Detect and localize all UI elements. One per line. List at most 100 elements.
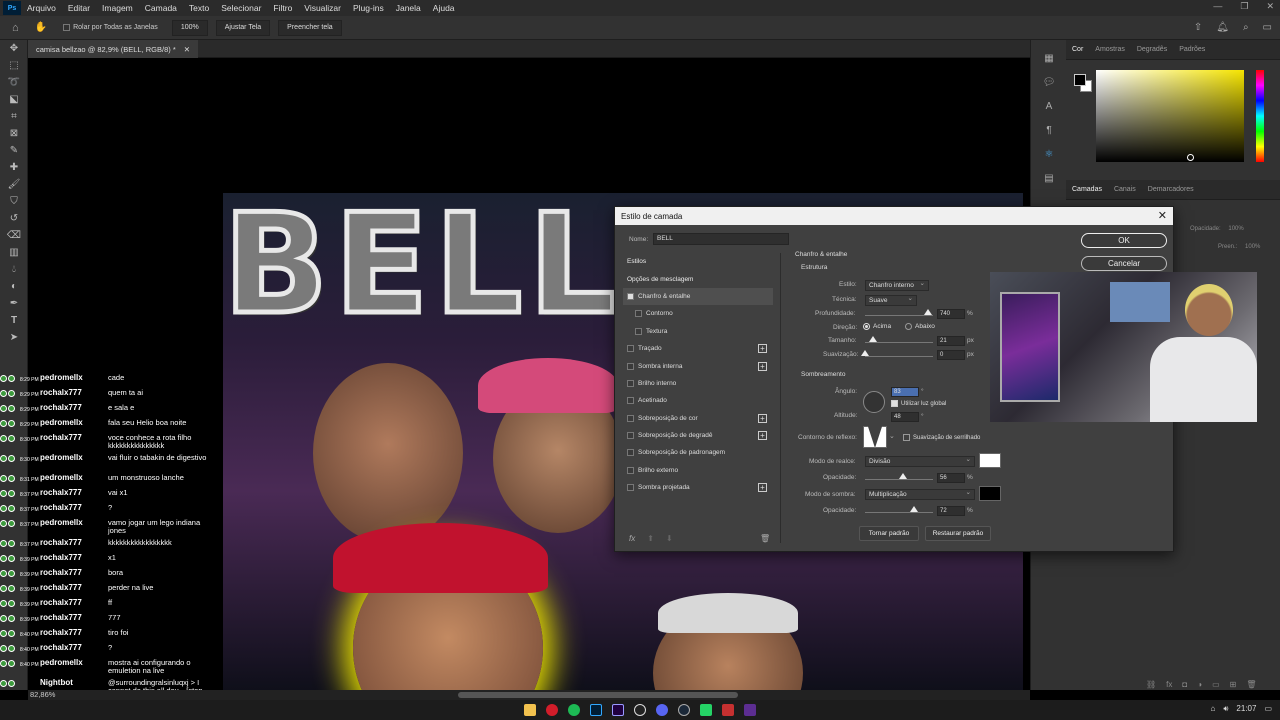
altitude-input[interactable]: 48 <box>891 412 919 422</box>
volume-icon[interactable]: 🔊︎ <box>1223 704 1228 714</box>
notification-center-icon[interactable]: ▭ <box>1264 704 1272 714</box>
shadow-mode-select[interactable]: Multiplicação <box>865 488 975 500</box>
trash-icon[interactable]: 🗑︎ <box>1246 680 1256 689</box>
highlight-opacity-track[interactable] <box>865 479 933 480</box>
make-default-button[interactable]: Tornar padrão <box>859 526 919 541</box>
character-panel-icon[interactable]: A <box>1031 94 1067 118</box>
style-item[interactable]: Estilos <box>623 253 773 270</box>
whatsapp-icon[interactable] <box>700 704 712 716</box>
move-up-icon[interactable]: ⬆ <box>647 534 654 543</box>
document-tab[interactable]: camisa bellzao @ 82,9% (BELL, RGB/8) * ✕ <box>28 40 199 58</box>
new-layer-icon[interactable]: ⊞ <box>1230 680 1237 689</box>
size-slider-thumb[interactable] <box>869 336 878 342</box>
color-picker-cursor[interactable] <box>1187 154 1194 161</box>
discord-icon[interactable] <box>656 704 668 716</box>
antialias-checkbox[interactable]: Suavização de serrilhado <box>903 434 980 441</box>
layer-name-input[interactable]: BELL <box>653 233 789 245</box>
checkbox-empty-icon[interactable] <box>627 414 634 422</box>
eraser-tool-icon[interactable]: ⌫ <box>0 227 28 244</box>
checkbox-empty-icon[interactable] <box>635 310 642 318</box>
depth-slider-track[interactable] <box>865 315 933 316</box>
style-item[interactable]: Chanfro & entalhe <box>623 287 773 306</box>
soften-input[interactable]: 0 <box>937 350 965 360</box>
move-tool-icon[interactable]: ✥ <box>0 40 28 57</box>
path-select-tool-icon[interactable]: ➤ <box>0 329 28 346</box>
soften-slider-track[interactable] <box>865 356 933 357</box>
checkbox-checked-icon[interactable] <box>627 292 634 300</box>
network-icon[interactable]: ⌂ <box>1211 704 1216 714</box>
direction-down-radio[interactable]: Abaixo <box>905 323 935 330</box>
depth-slider-thumb[interactable] <box>923 309 932 315</box>
size-slider-track[interactable] <box>865 342 933 343</box>
technique-select[interactable]: Suave <box>865 294 917 306</box>
share-icon[interactable]: ⇧ <box>1194 22 1202 33</box>
tab-swatches[interactable]: Amostras <box>1089 46 1131 53</box>
spotify-icon[interactable] <box>568 704 580 716</box>
healing-brush-tool-icon[interactable]: ✚ <box>0 159 28 176</box>
paragraph-panel-icon[interactable]: ¶ <box>1031 118 1067 142</box>
style-item[interactable]: Brilho externo <box>623 462 773 479</box>
checkbox-empty-icon[interactable] <box>627 449 634 457</box>
add-effect-icon[interactable]: + <box>758 344 767 354</box>
style-item[interactable]: Traçado + <box>623 340 773 357</box>
fx-icon[interactable]: fx <box>1166 680 1172 689</box>
bevel-style-select[interactable]: Chanfro interno <box>865 279 929 291</box>
gloss-contour-picker[interactable] <box>863 426 887 448</box>
marquee-tool-icon[interactable]: ⬚ <box>0 57 28 74</box>
link-layers-icon[interactable]: ⛓ <box>1146 680 1156 689</box>
blur-tool-icon[interactable]: 💧︎ <box>0 261 28 278</box>
fill-screen-button[interactable]: Preencher tela <box>278 19 342 36</box>
gloss-contour-dropdown-icon[interactable]: ⌄ <box>889 432 895 440</box>
menu-texto[interactable]: Texto <box>183 3 215 13</box>
shadow-opacity-track[interactable] <box>865 512 933 513</box>
menu-filtro[interactable]: Filtro <box>267 3 298 13</box>
checkbox-empty-icon[interactable] <box>627 379 634 387</box>
tab-paths[interactable]: Demarcadores <box>1142 186 1200 193</box>
tab-color[interactable]: Cor <box>1066 46 1089 53</box>
after-effects-icon[interactable] <box>612 704 624 716</box>
highlight-opacity-thumb[interactable] <box>899 473 908 479</box>
angle-dial[interactable] <box>863 391 885 413</box>
notifications-icon[interactable]: 🔔︎ <box>1216 22 1229 33</box>
style-item[interactable]: Opções de mesclagem <box>623 270 773 287</box>
add-effect-icon[interactable]: + <box>758 361 767 371</box>
scrollbar-thumb[interactable] <box>458 692 738 698</box>
menu-editar[interactable]: Editar <box>62 3 96 13</box>
group-icon[interactable]: ▭ <box>1212 680 1220 689</box>
app-icon[interactable] <box>722 704 734 716</box>
layers-fill[interactable]: Preen.: 100% <box>1218 244 1260 250</box>
pen-tool-icon[interactable]: ✒ <box>0 295 28 312</box>
workspace-icon[interactable]: ▭ <box>1263 22 1272 33</box>
lasso-tool-icon[interactable]: ➰ <box>0 74 28 91</box>
menu-janela[interactable]: Janela <box>390 3 427 13</box>
obs-icon[interactable] <box>634 704 646 716</box>
style-item[interactable]: Contorno <box>623 305 773 322</box>
foreground-color-swatch[interactable] <box>1074 74 1086 86</box>
object-select-tool-icon[interactable]: ⬕ <box>0 91 28 108</box>
3d-panel-icon[interactable]: ⚛ <box>1031 142 1067 166</box>
ok-button[interactable]: OK <box>1081 233 1167 248</box>
close-tab-icon[interactable]: ✕ <box>184 45 190 54</box>
adjustment-icon[interactable]: ◑ <box>1197 680 1202 689</box>
opera-icon[interactable] <box>546 704 558 716</box>
tab-gradients[interactable]: Degradês <box>1131 46 1173 53</box>
highlight-mode-select[interactable]: Divisão <box>865 455 975 467</box>
menu-arquivo[interactable]: Arquivo <box>21 3 62 13</box>
frame-tool-icon[interactable]: ⊠ <box>0 125 28 142</box>
menu-plugins[interactable]: Plug-ins <box>347 3 390 13</box>
global-light-checkbox[interactable]: Utilizar luz global <box>891 400 946 407</box>
eyedropper-tool-icon[interactable]: ✎ <box>0 142 28 159</box>
photoshop-taskbar-icon[interactable] <box>590 704 602 716</box>
highlight-opacity-input[interactable]: 56 <box>937 473 965 483</box>
checkbox-empty-icon[interactable] <box>627 362 634 370</box>
hand-tool-icon[interactable]: ✋ <box>35 22 47 33</box>
reset-default-button[interactable]: Restaurar padrão <box>925 526 991 541</box>
type-tool-icon[interactable]: T <box>0 312 28 329</box>
tab-channels[interactable]: Canais <box>1108 186 1142 193</box>
clone-stamp-tool-icon[interactable]: ⛉ <box>0 193 28 210</box>
style-item[interactable]: Sobreposição de cor + <box>623 410 773 427</box>
menu-camada[interactable]: Camada <box>139 3 183 13</box>
brush-tool-icon[interactable]: 🖌︎ <box>0 176 28 193</box>
direction-up-radio[interactable]: Acima <box>863 323 891 330</box>
color-picker-field[interactable] <box>1096 70 1244 162</box>
